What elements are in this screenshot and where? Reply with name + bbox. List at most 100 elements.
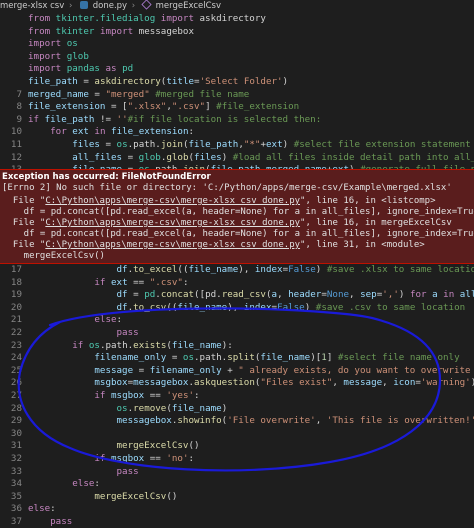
code-token: " already exists, do you want to overwri… (238, 364, 474, 376)
code-token: #select file name only (337, 352, 460, 364)
code-line[interactable]: 32 if msgbox == 'no': (0, 453, 474, 466)
code-token: = (88, 88, 106, 100)
line-number: 29 (10, 415, 22, 427)
code-line[interactable]: 29 messagebox.showinfo('File overwrite',… (0, 415, 474, 428)
line-number: 34 (10, 478, 22, 490)
code-line[interactable]: 22 pass (0, 327, 474, 340)
code-line[interactable]: 26 msgbox=messagebox.askquestion("Files … (0, 377, 474, 390)
code-line[interactable]: 8 file_extension = [".xlsx",".csv"] #file… (0, 101, 474, 114)
code-token: () (188, 440, 200, 452)
code-token: glob (166, 151, 189, 163)
code-line[interactable]: 18 if ext == ".csv": (0, 277, 474, 290)
code-token: ] (205, 101, 217, 113)
code-token: #save .xlsx to same location (321, 264, 474, 275)
code-token: != (94, 113, 117, 125)
code-line[interactable]: 19 df = pd.concat([pd.read_csv(a, header… (0, 289, 474, 302)
code-token: .path. (99, 339, 134, 351)
code-text: os.remove(file_name) (28, 403, 474, 416)
code-token: , (277, 289, 289, 301)
code-line[interactable]: 23 if os.path.exists(file_name): (0, 340, 474, 353)
code-line[interactable]: 37 pass (0, 516, 474, 528)
code-line[interactable]: from tkinter.filedialog import askdirect… (0, 13, 474, 26)
code-line[interactable]: 24 filename_only = os.path.split(file_na… (0, 352, 474, 365)
code-line[interactable]: import pandas as pd (0, 63, 474, 76)
breadcrumb: merge-xlsx csv › done.py › mergeExcelCsv (0, 0, 474, 13)
code-token: 'Select Folder' (199, 75, 283, 87)
code-token: files (72, 138, 100, 150)
breadcrumb-file[interactable]: done.py (93, 0, 127, 13)
code-line[interactable]: 20 df.to_csv((file_name), index=False) #… (0, 302, 474, 315)
code-line[interactable]: 10 for ext in file_extension: (0, 126, 474, 139)
code-token: ), (227, 301, 244, 313)
stack-frame-file-link[interactable]: C:\Python\apps\merge-csv\merge-xlsx csv … (45, 240, 300, 250)
code-line[interactable]: 25 message = filename_only + " already e… (0, 365, 474, 378)
line-number: 8 (16, 101, 22, 113)
code-line[interactable]: import os (0, 38, 474, 51)
code-token: file_path (188, 138, 239, 150)
code-token: filename_only (149, 364, 222, 376)
code-token: = (122, 151, 139, 163)
code-token: message (94, 364, 134, 376)
code-token: pass (116, 465, 139, 477)
code-line[interactable]: 12 all_files = glob.glob(files) #load al… (0, 152, 474, 165)
stack-frame-file-link[interactable]: C:\Python\apps\merge-csv\merge-xlsx csv … (45, 218, 300, 228)
code-text: pass (28, 466, 474, 479)
code-token: #select file extension statement (288, 138, 471, 150)
code-token: msgbox (111, 452, 145, 464)
breadcrumb-folder[interactable]: merge-xlsx csv (0, 0, 64, 13)
code-line[interactable]: 21 else: (0, 314, 474, 327)
code-line[interactable]: 27 if msgbox == 'yes': (0, 390, 474, 403)
code-line[interactable]: 34 else: (0, 478, 474, 491)
code-line[interactable]: 33 pass (0, 466, 474, 479)
code-text: file_path = askdirectory(title='Select F… (28, 76, 474, 89)
exception-title: Exception has occurred: FileNotFoundErro… (2, 172, 211, 182)
stack-frame: df = pd.concat([pd.read_excel(a, header=… (2, 229, 474, 239)
stack-frame-file-link[interactable]: C:\Python\apps\merge-csv\merge-xlsx csv … (45, 196, 300, 206)
code-token: df (116, 301, 128, 313)
code-token: : (194, 389, 200, 401)
code-line[interactable]: file_path = askdirectory(title='Select F… (0, 76, 474, 89)
breadcrumb-symbol[interactable]: mergeExcelCsv (156, 0, 221, 13)
stack-frame-location: ", line 16, in mergeExcelCsv (300, 218, 452, 228)
code-line[interactable]: 17 df.to_excel((file_name), index=False)… (0, 264, 474, 277)
code-line[interactable]: 7 merged_name = "merged" #merged file nam… (0, 89, 474, 102)
code-line[interactable]: 9 if file_path != ''#if file location is … (0, 114, 474, 127)
code-text: if os.path.exists(file_name): (28, 340, 474, 353)
code-token: os (182, 352, 194, 364)
code-token: None (326, 289, 350, 301)
code-line[interactable]: 28 os.remove(file_name) (0, 403, 474, 416)
code-text: mergeExcelCsv() (28, 491, 474, 504)
stack-frame: File "C:\Python\apps\merge-csv\merge-xls… (2, 240, 425, 250)
code-token: = [ (105, 101, 128, 113)
code-token: ',' (382, 289, 399, 301)
code-editor-bottom[interactable]: 17 df.to_excel((file_name), index=False)… (0, 264, 474, 528)
breadcrumb-separator: › (131, 1, 136, 11)
line-number: 12 (10, 151, 22, 163)
line-number: 28 (10, 402, 22, 414)
code-token: remove (133, 402, 167, 414)
code-line[interactable]: import glob (0, 51, 474, 64)
code-token: ] (326, 352, 338, 364)
line-number: 23 (10, 339, 22, 351)
code-token: + (221, 364, 239, 376)
stack-frame-text: df = pd.concat([pd.read_excel(a, header=… (2, 229, 474, 239)
code-line[interactable]: 30 (0, 428, 474, 441)
code-text: if msgbox == 'yes': (28, 390, 474, 403)
line-number: 26 (10, 377, 22, 389)
code-token: #save .csv to same location (310, 301, 466, 313)
code-line[interactable]: 11 files = os.path.join(file_path,"*"+ex… (0, 139, 474, 152)
code-line[interactable]: 31 mergeExcelCsv() (0, 440, 474, 453)
code-token: index (243, 301, 272, 313)
code-line[interactable]: from tkinter import messagebox (0, 26, 474, 39)
code-token: all_files (72, 151, 123, 163)
line-number: 20 (10, 301, 22, 313)
code-line[interactable]: 35 mergeExcelCsv() (0, 491, 474, 504)
code-token: "*" (243, 138, 261, 150)
line-number: 7 (16, 88, 22, 100)
code-token: : (50, 503, 56, 515)
code-line[interactable]: 36 else: (0, 503, 474, 516)
